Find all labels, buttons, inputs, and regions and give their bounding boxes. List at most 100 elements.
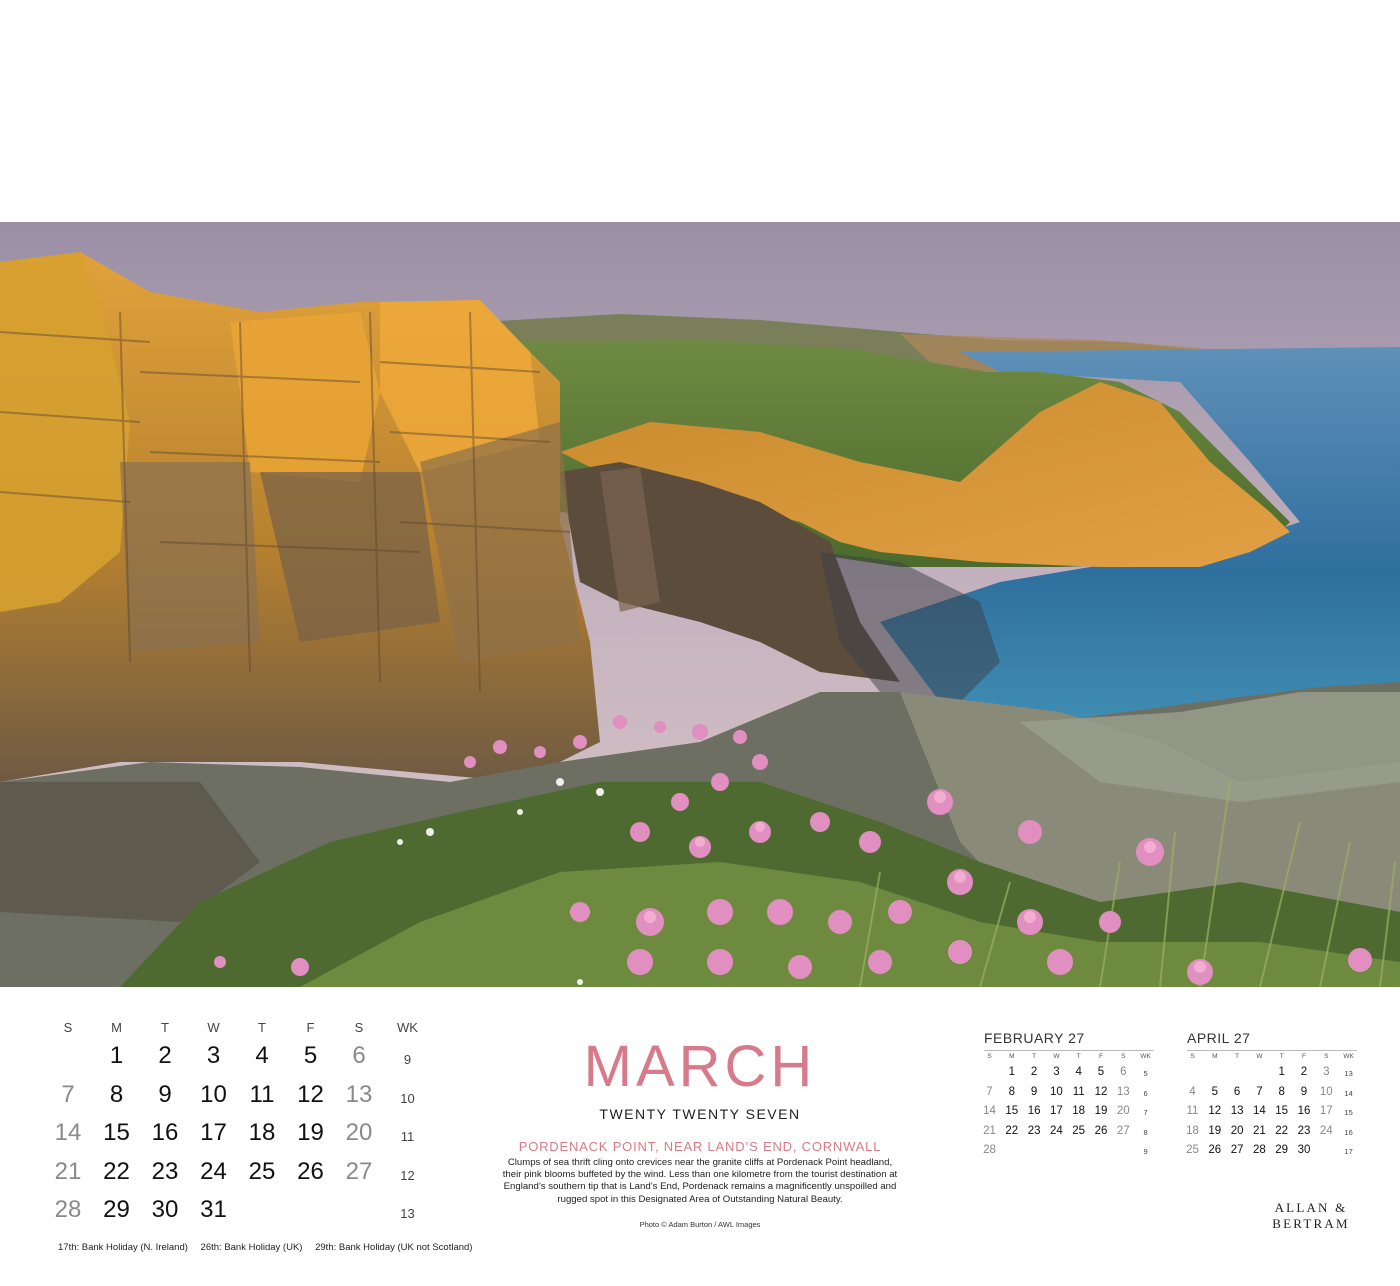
mini-calendar-day: 18 — [1072, 1105, 1086, 1117]
mini-weekday-header: W — [1053, 1053, 1060, 1060]
calendar-day: 16 — [151, 1119, 179, 1146]
mini-calendar-day: 19 — [1208, 1124, 1222, 1137]
mini-week-number: 9 — [1143, 1147, 1148, 1156]
mini-weekday-header: S — [1121, 1053, 1126, 1060]
calendar-day: 29 — [103, 1196, 130, 1223]
mini-calendar-day: 26 — [1094, 1124, 1108, 1137]
mini-calendar-day: 16 — [1297, 1105, 1311, 1117]
calendar-day: 5 — [303, 1042, 318, 1069]
mini-calendar-day: 24 — [1319, 1124, 1333, 1137]
brand-line: BERTRAM — [1272, 1216, 1350, 1231]
mini-week-number: 5 — [1143, 1069, 1148, 1078]
caption-body: Clumps of sea thrift cling onto crevices… — [502, 1157, 898, 1205]
mini-calendar-day: 18 — [1186, 1124, 1199, 1137]
calendar-day: 31 — [200, 1196, 227, 1223]
mini-calendar-day: 3 — [1323, 1066, 1330, 1078]
week-number: 9 — [403, 1052, 412, 1067]
calendar-day: 30 — [151, 1196, 179, 1223]
mini-calendar-day: 17 — [1049, 1105, 1063, 1117]
mini-calendar-day: 4 — [1189, 1085, 1196, 1098]
mini-calendar-day: 11 — [1186, 1105, 1199, 1117]
holiday-notes: 17th: Bank Holiday (N. Ireland) 26th: Ba… — [58, 1242, 482, 1253]
mini-calendar-day: 9 — [1030, 1085, 1038, 1098]
mini-calendar-title: FEBRUARY 27 — [984, 1030, 1085, 1046]
mini-calendar-day: 28 — [983, 1144, 996, 1156]
mini-calendar-day: 29 — [1275, 1144, 1289, 1156]
mini-calendar-day: 19 — [1094, 1105, 1108, 1117]
calendar-day: 28 — [54, 1196, 82, 1223]
mini-calendar-day: 6 — [1120, 1066, 1127, 1078]
calendar-day: 15 — [103, 1119, 130, 1146]
calendar-day: 22 — [103, 1157, 130, 1185]
mini-week-number: 8 — [1143, 1127, 1148, 1137]
mini-weekday-header: W — [1256, 1053, 1263, 1060]
mini-calendar-day: 21 — [1252, 1124, 1266, 1137]
brand-line: ALLAN & — [1274, 1200, 1348, 1215]
mini-weekday-header: T — [1235, 1053, 1240, 1060]
mini-calendar-day: 27 — [1116, 1124, 1130, 1137]
mini-calendar-day: 22 — [1275, 1124, 1289, 1137]
weekday-header: S — [354, 1020, 364, 1035]
mini-calendar-day: 27 — [1230, 1144, 1244, 1156]
mini-calendar-rule — [984, 1050, 1154, 1051]
holiday-note: 26th: Bank Holiday (UK) — [200, 1242, 303, 1253]
mini-weekday-header: WK — [1343, 1053, 1354, 1060]
week-number: 10 — [400, 1090, 415, 1106]
mini-calendar-day: 12 — [1208, 1105, 1222, 1117]
mini-calendar-day: 14 — [983, 1105, 996, 1117]
mini-calendar-day: 5 — [1211, 1085, 1218, 1098]
mini-weekday-header: F — [1302, 1053, 1306, 1060]
mini-calendar-title: APRIL 27 — [1187, 1030, 1251, 1046]
calendar-day: 6 — [352, 1042, 366, 1069]
week-number: 12 — [400, 1167, 415, 1183]
mini-week-number: 14 — [1344, 1088, 1353, 1098]
holiday-note: 29th: Bank Holiday (UK not Scotland) — [315, 1242, 473, 1253]
mini-weekday-header: S — [1190, 1053, 1195, 1060]
mini-calendar-day: 5 — [1097, 1066, 1105, 1078]
mini-calendar-day: 16 — [1027, 1105, 1041, 1117]
mini-calendar-day: 7 — [1256, 1085, 1263, 1098]
photo-credit: Photo © Adam Burton / AWL Images — [639, 1220, 761, 1229]
mini-weekday-header: T — [1076, 1053, 1081, 1060]
calendar-day: 27 — [345, 1157, 373, 1185]
mini-calendar-day: 22 — [1005, 1124, 1019, 1137]
mini-calendar-day: 13 — [1230, 1105, 1244, 1117]
week-number: 13 — [400, 1206, 415, 1221]
mini-calendar-day: 4 — [1075, 1066, 1082, 1078]
mini-calendar-day: 28 — [1252, 1144, 1266, 1156]
mini-weekday-header: S — [1324, 1053, 1329, 1060]
weekday-header: WK — [397, 1020, 418, 1035]
calendar-day: 1 — [109, 1042, 124, 1069]
calendar-day: 3 — [206, 1042, 221, 1069]
mini-weekday-header: T — [1032, 1053, 1037, 1060]
mini-calendar-day: 8 — [1008, 1085, 1015, 1098]
calendar-day: 25 — [248, 1157, 276, 1185]
calendar-day: 2 — [158, 1042, 172, 1069]
brand-logo: ALLAN & BERTRAM — [1266, 1200, 1356, 1232]
calendar-day: 11 — [249, 1080, 275, 1108]
caption-title: PORDENACK POINT, NEAR LAND’S END, CORNWA… — [518, 1139, 882, 1154]
mini-calendar-day: 20 — [1230, 1124, 1244, 1137]
mini-calendar-day: 25 — [1186, 1144, 1199, 1156]
calendar-day: 9 — [158, 1080, 172, 1108]
mini-calendar-day: 26 — [1208, 1144, 1222, 1156]
mini-calendar-day: 11 — [1072, 1085, 1085, 1098]
weekday-header: T — [161, 1020, 169, 1035]
calendar-day: 17 — [200, 1119, 227, 1146]
mini-calendar-day: 24 — [1049, 1124, 1063, 1137]
calendar-day: 8 — [109, 1080, 124, 1108]
mini-week-number: 13 — [1344, 1069, 1353, 1078]
mini-weekday-header: S — [987, 1053, 992, 1060]
weekday-header: S — [63, 1020, 73, 1035]
mini-calendar-day: 15 — [1005, 1105, 1019, 1117]
mini-calendar-day: 2 — [1030, 1066, 1038, 1078]
landscape-photo — [0, 222, 1400, 987]
calendar-day: 18 — [248, 1119, 276, 1146]
mini-week-number: 6 — [1143, 1088, 1148, 1098]
mini-calendar-day: 25 — [1072, 1124, 1086, 1137]
mini-week-number: 17 — [1344, 1147, 1353, 1156]
mini-weekday-header: F — [1099, 1053, 1103, 1060]
mini-calendar-day: 3 — [1053, 1066, 1060, 1078]
mini-calendar-day: 10 — [1049, 1085, 1063, 1098]
mini-calendar-day: 9 — [1300, 1085, 1308, 1098]
